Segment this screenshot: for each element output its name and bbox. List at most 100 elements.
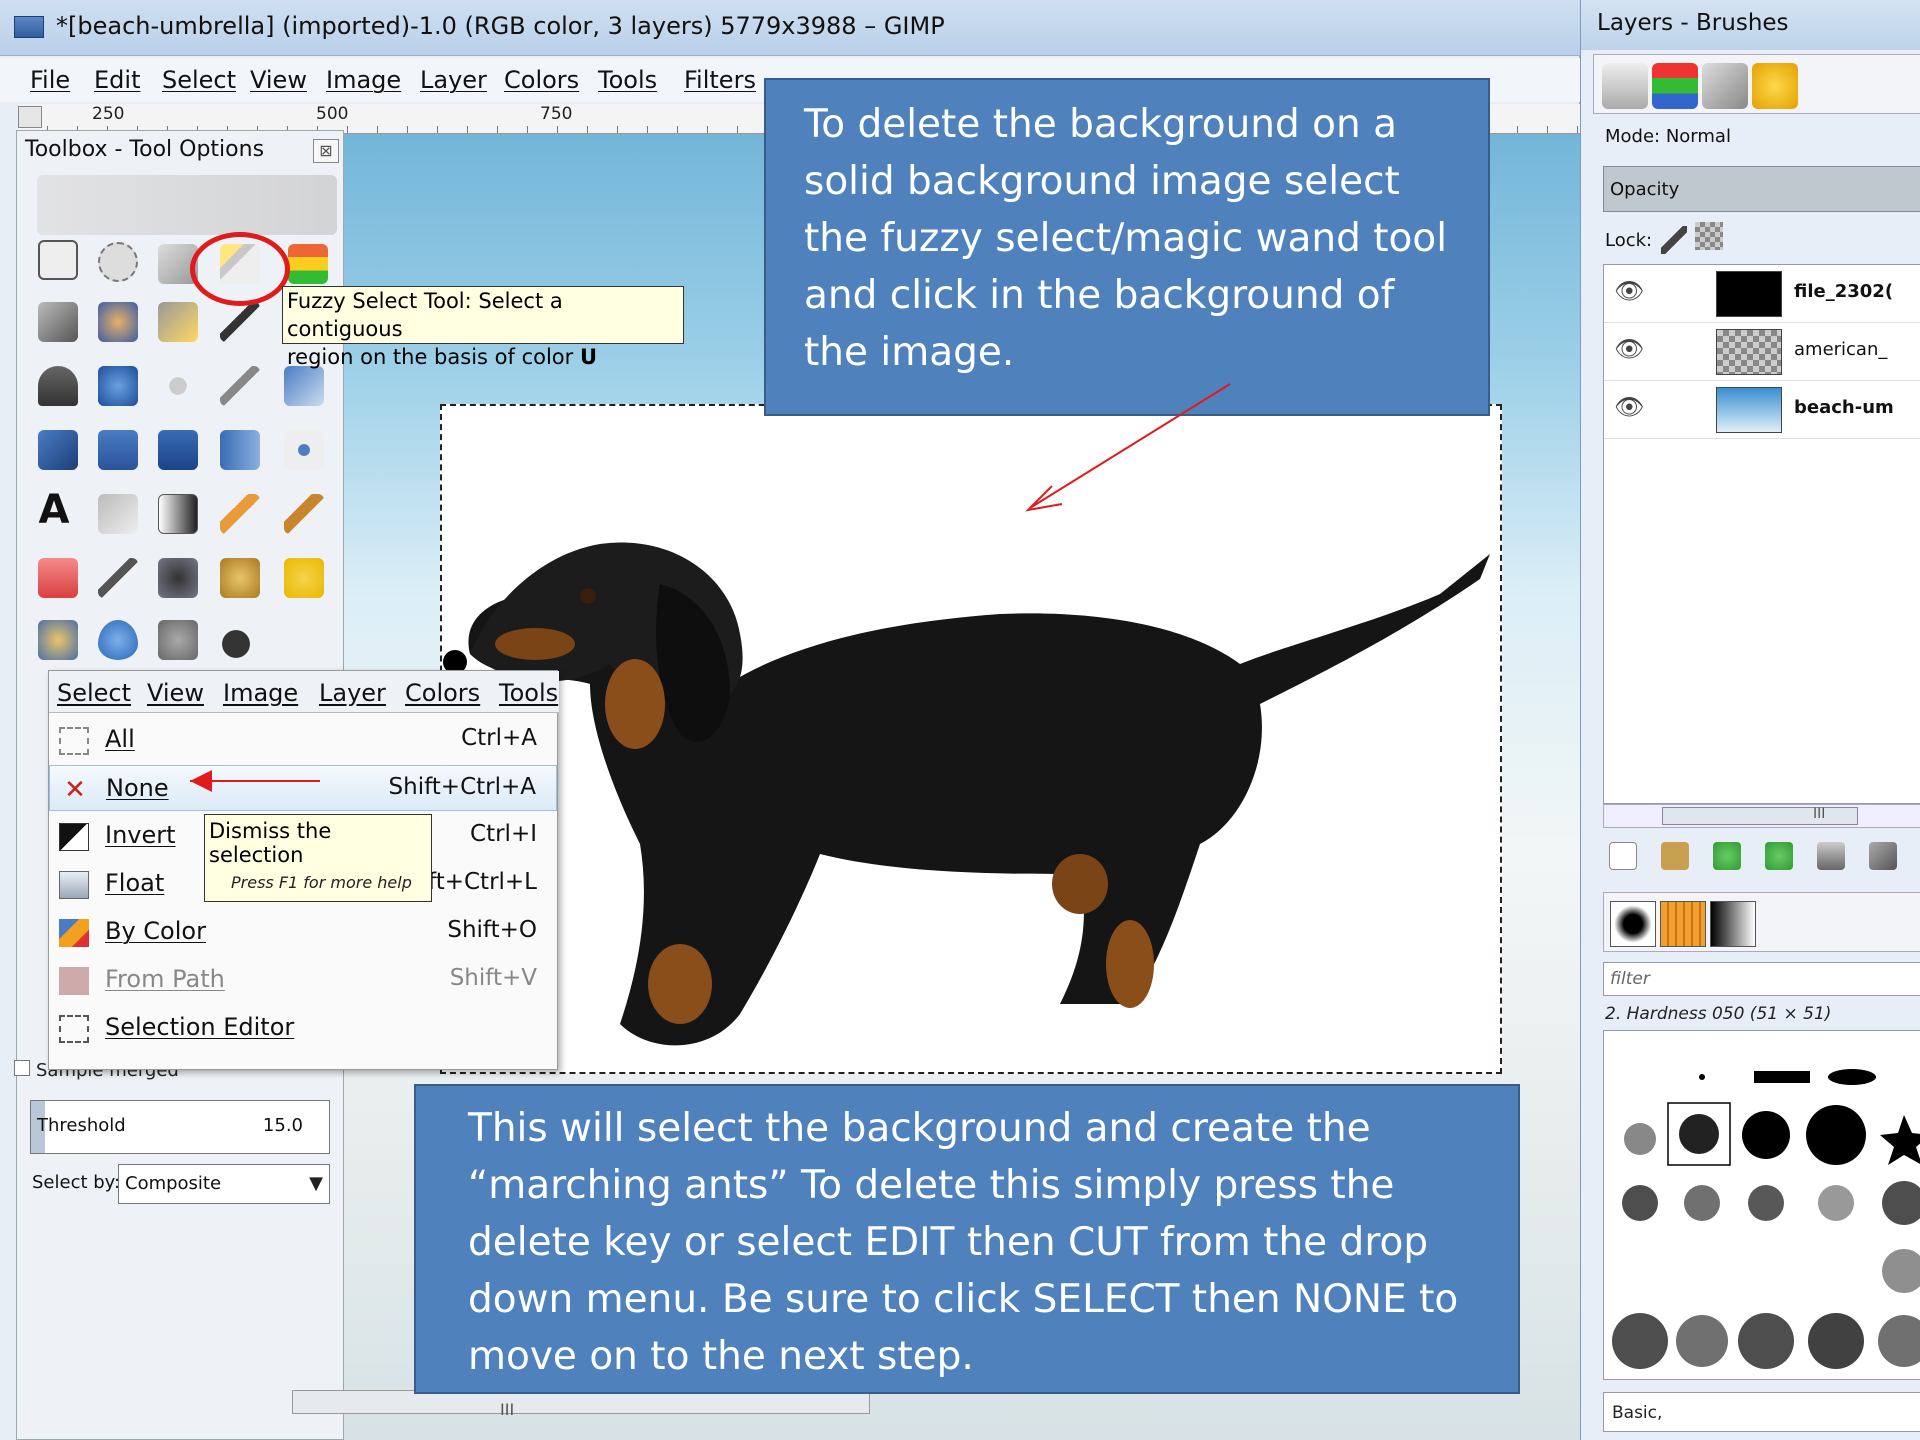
fuzzy-tooltip-line2-text: region on the basis of color <box>287 345 574 369</box>
ink-tool-icon[interactable] <box>158 558 198 598</box>
layer-list-scrollbar[interactable]: III <box>1603 804 1920 828</box>
align-tool-icon[interactable] <box>158 366 198 406</box>
ruler-mark: 250 <box>92 104 125 124</box>
menu-image[interactable]: Image <box>223 679 298 707</box>
select-by-value: Composite <box>125 1173 222 1194</box>
perspective-tool-icon[interactable] <box>158 430 198 470</box>
eye-icon[interactable]: 👁 <box>1614 393 1644 421</box>
raise-layer-icon[interactable] <box>1713 842 1741 870</box>
text-tool-icon[interactable]: A <box>34 490 74 530</box>
quick-mask-toggle[interactable] <box>18 106 42 128</box>
menu-file[interactable]: File <box>30 66 70 94</box>
menu-select[interactable]: Select <box>162 66 236 94</box>
anchor-layer-icon[interactable] <box>1869 842 1897 870</box>
brush-set-field[interactable]: Basic, <box>1603 1392 1920 1432</box>
paths-tool-icon[interactable] <box>158 302 198 342</box>
eraser-tool-icon[interactable] <box>38 558 78 598</box>
eye-icon[interactable]: 👁 <box>1614 335 1644 363</box>
shear-tool-icon[interactable] <box>98 430 138 470</box>
callout-text: To delete the background on a solid back… <box>804 102 1448 375</box>
menu-item-none[interactable]: ✕ None Shift+Ctrl+A <box>49 765 557 811</box>
menu-tools[interactable]: Tools <box>499 679 558 707</box>
menu-select[interactable]: Select <box>57 679 131 707</box>
clone-tool-icon[interactable] <box>220 558 260 598</box>
menu-item-label: By Color <box>105 917 206 945</box>
instruction-callout-bottom: This will select the background and crea… <box>414 1084 1520 1394</box>
layer-row[interactable]: 👁 file_2302( <box>1604 265 1920 323</box>
move-tool-icon[interactable] <box>98 366 138 406</box>
blend-tool-icon[interactable] <box>158 494 198 534</box>
eye-icon[interactable]: 👁 <box>1614 277 1644 305</box>
menu-item-selection-editor[interactable]: Selection Editor <box>49 1005 557 1051</box>
layer-row[interactable]: 👁 beach-um <box>1604 381 1920 439</box>
lock-alpha-icon[interactable] <box>1695 222 1723 250</box>
menu-colors[interactable]: Colors <box>405 679 480 707</box>
duplicate-layer-icon[interactable] <box>1817 842 1845 870</box>
menu-item-all[interactable]: All Ctrl+A <box>49 717 557 763</box>
dodge-burn-tool-icon[interactable] <box>220 620 260 660</box>
undo-history-tab-icon[interactable] <box>1752 63 1798 109</box>
layers-tab-icon[interactable] <box>1602 63 1648 109</box>
menu-item-label: None <box>106 774 169 802</box>
menu-item-by-color[interactable]: By Color Shift+O <box>49 909 557 955</box>
menu-view[interactable]: View <box>250 66 307 94</box>
threshold-label: Threshold <box>37 1115 126 1136</box>
paths-tab-icon[interactable] <box>1702 63 1748 109</box>
bucket-fill-tool-icon[interactable] <box>98 494 138 534</box>
channels-tab-icon[interactable] <box>1652 63 1698 109</box>
menu-edit[interactable]: Edit <box>94 66 140 94</box>
blur-tool-icon[interactable] <box>98 620 138 660</box>
dog-tan-leg-rear <box>1106 920 1154 1008</box>
airbrush-tool-icon[interactable] <box>98 558 138 598</box>
new-layer-group-icon[interactable] <box>1661 842 1689 870</box>
cage-transform-tool-icon[interactable] <box>284 430 324 470</box>
pencil-tool-icon[interactable] <box>220 494 260 534</box>
smudge-tool-icon[interactable] <box>158 620 198 660</box>
new-layer-icon[interactable] <box>1609 842 1637 870</box>
select-by-dropdown[interactable]: Composite ▼ <box>118 1164 330 1204</box>
brushes-tab-icon[interactable] <box>1610 901 1656 947</box>
menu-image[interactable]: Image <box>326 66 401 94</box>
layer-list: 👁 file_2302( 👁 american_ 👁 beach-um <box>1603 264 1920 804</box>
gradients-tab-icon[interactable] <box>1710 901 1756 947</box>
lower-layer-icon[interactable] <box>1765 842 1793 870</box>
close-icon[interactable]: ⊠ <box>313 139 339 163</box>
patterns-tab-icon[interactable] <box>1660 901 1706 947</box>
brush-set-value: Basic, <box>1612 1403 1663 1423</box>
perspective-clone-tool-icon[interactable] <box>38 620 78 660</box>
select-none-icon: ✕ <box>64 775 86 805</box>
scrollbar-thumb[interactable]: III <box>1662 806 1858 825</box>
menu-filters[interactable]: Filters <box>684 66 756 94</box>
select-by-color-tool-icon[interactable] <box>288 244 328 284</box>
menu-layer[interactable]: Layer <box>319 679 386 707</box>
foreground-select-tool-icon[interactable] <box>98 302 138 342</box>
menu-view[interactable]: View <box>147 679 204 707</box>
heal-tool-icon[interactable] <box>284 558 324 598</box>
measure-tool-icon[interactable] <box>38 366 78 406</box>
color-picker-tool-icon[interactable] <box>220 302 260 342</box>
sample-merged-checkbox[interactable] <box>14 1060 30 1076</box>
rotate-tool-icon[interactable] <box>284 366 324 406</box>
from-path-icon <box>59 967 89 995</box>
menu-layer[interactable]: Layer <box>420 66 487 94</box>
crop-tool-icon[interactable] <box>220 366 260 406</box>
menu-tools[interactable]: Tools <box>598 66 657 94</box>
scrollbar-grip: III <box>1813 806 1826 822</box>
layer-mode[interactable]: Mode: Normal <box>1605 126 1731 147</box>
lock-pixels-icon[interactable] <box>1661 226 1687 254</box>
scissors-select-tool-icon[interactable] <box>38 302 78 342</box>
menu-colors[interactable]: Colors <box>504 66 579 94</box>
brush-grid[interactable] <box>1603 1030 1920 1380</box>
chevron-down-icon: ▼ <box>309 1173 323 1194</box>
ellipse-select-tool-icon[interactable] <box>98 242 138 282</box>
menu-item-shortcut: Ctrl+A <box>461 725 537 751</box>
fuzzy-select-tooltip: Fuzzy Select Tool: Select a contiguous r… <box>282 286 684 369</box>
layer-row[interactable]: 👁 american_ <box>1604 323 1920 381</box>
scale-tool-icon[interactable] <box>38 430 78 470</box>
brush-filter-input[interactable]: filter <box>1603 962 1920 996</box>
rect-select-tool-icon[interactable] <box>38 240 78 280</box>
threshold-slider[interactable]: Threshold 15.0 <box>30 1100 330 1154</box>
opacity-slider[interactable]: Opacity <box>1603 166 1920 212</box>
paintbrush-tool-icon[interactable] <box>284 494 324 534</box>
flip-tool-icon[interactable] <box>220 430 260 470</box>
